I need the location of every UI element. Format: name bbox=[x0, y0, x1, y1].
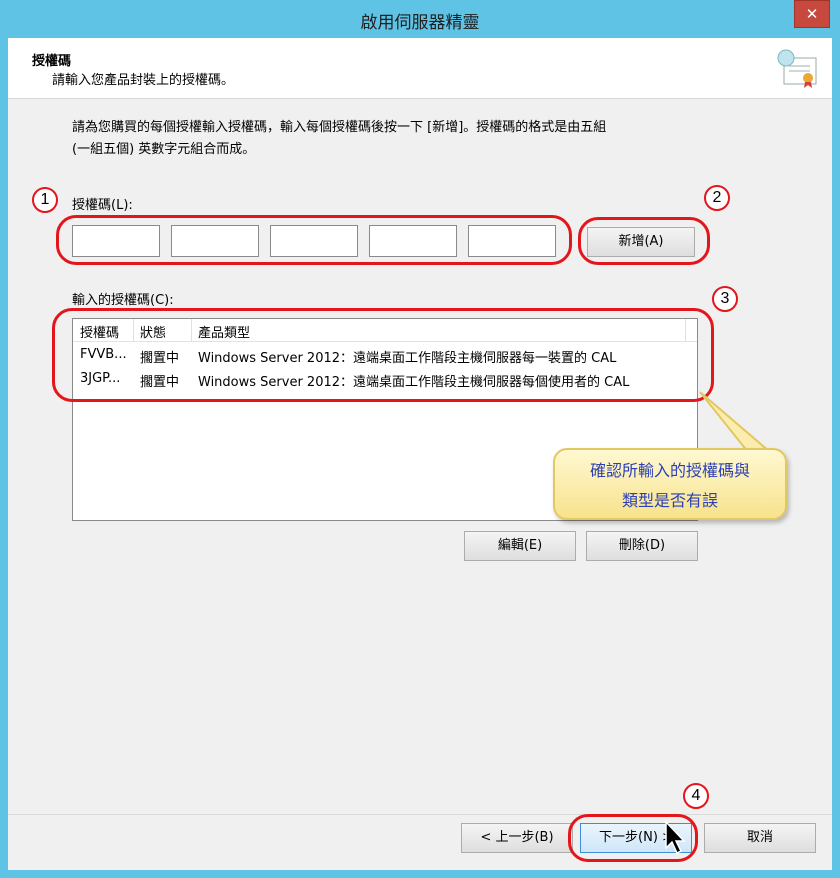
callout-line-1: 確認所輸入的授權碼與 bbox=[589, 461, 750, 480]
delete-button[interactable]: 刪除(D) bbox=[586, 531, 698, 561]
window-title: 啟用伺服器精靈 bbox=[360, 13, 480, 33]
license-key-label: 授權碼(L): bbox=[72, 198, 133, 213]
annotation-number-4: 4 bbox=[683, 783, 709, 809]
instructions-line-2: (一組五個) 英數字元組合而成。 bbox=[72, 142, 256, 157]
wizard-header: 授權碼 請輸入您產品封裝上的授權碼。 bbox=[8, 38, 832, 99]
cancel-button[interactable]: 取消 bbox=[704, 823, 816, 853]
annotation-number-1: 1 bbox=[32, 187, 58, 213]
back-button[interactable]: < 上一步(B) bbox=[461, 823, 573, 853]
certificate-icon bbox=[777, 49, 817, 88]
callout-pointer bbox=[699, 391, 773, 453]
close-button[interactable]: ✕ bbox=[794, 0, 830, 28]
instructions-line-1: 請為您購買的每個授權輸入授權碼，輸入每個授權碼後按一下 [新增]。授權碼的格式是… bbox=[72, 120, 607, 135]
footer-divider bbox=[8, 814, 832, 815]
callout-note: 確認所輸入的授權碼與 類型是否有誤 bbox=[553, 448, 787, 520]
instructions-text: 請為您購買的每個授權輸入授權碼，輸入每個授權碼後按一下 [新增]。授權碼的格式是… bbox=[72, 117, 712, 161]
edit-button[interactable]: 編輯(E) bbox=[464, 531, 576, 561]
page-title: 授權碼 bbox=[32, 54, 72, 69]
annotation-number-3: 3 bbox=[712, 286, 738, 312]
activation-wizard-window: 啟用伺服器精靈 ✕ 授權碼 請輸入您產品封裝上的授權碼。 請為您購買的每個授權輸… bbox=[0, 0, 840, 878]
annotation-number-2: 2 bbox=[704, 185, 730, 211]
page-subtitle: 請輸入您產品封裝上的授權碼。 bbox=[52, 73, 235, 88]
mouse-cursor-icon bbox=[665, 820, 686, 855]
entered-keys-label: 輸入的授權碼(C): bbox=[72, 293, 174, 308]
annotation-ring-add-button bbox=[578, 217, 710, 265]
title-bar: 啟用伺服器精靈 ✕ bbox=[0, 0, 840, 38]
callout-line-2: 類型是否有誤 bbox=[621, 491, 718, 510]
annotation-ring-key-fields bbox=[56, 215, 572, 265]
annotation-ring-key-list bbox=[52, 308, 714, 402]
